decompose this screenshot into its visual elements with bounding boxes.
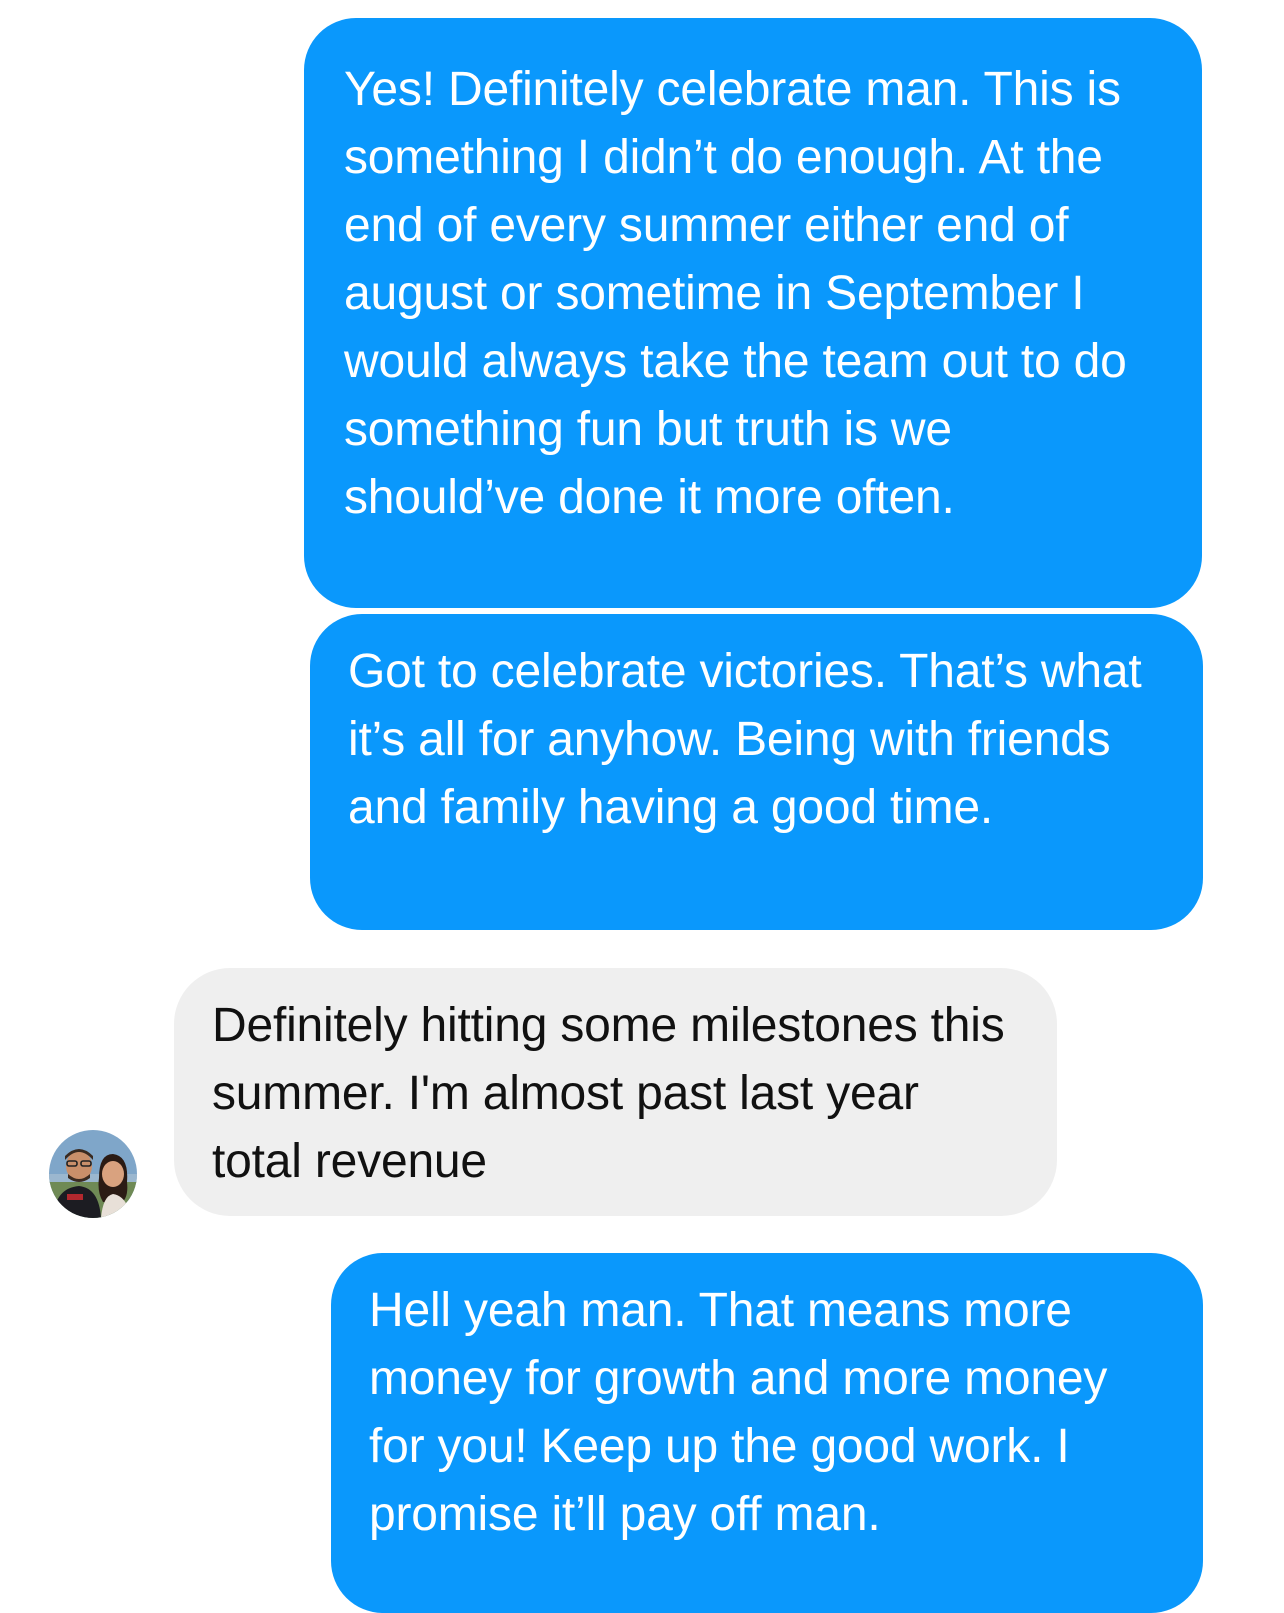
contact-avatar-photo-icon: [49, 1130, 137, 1218]
sent-message-bubble[interactable]: Yes! Definitely celebrate man. This is s…: [304, 18, 1202, 608]
received-message-bubble[interactable]: Definitely hitting some milestones this …: [174, 968, 1057, 1216]
contact-avatar[interactable]: [49, 1130, 137, 1218]
sent-message-bubble[interactable]: Got to celebrate victories. That’s what …: [310, 614, 1203, 930]
sent-message-bubble[interactable]: Hell yeah man. That means more money for…: [331, 1253, 1203, 1613]
